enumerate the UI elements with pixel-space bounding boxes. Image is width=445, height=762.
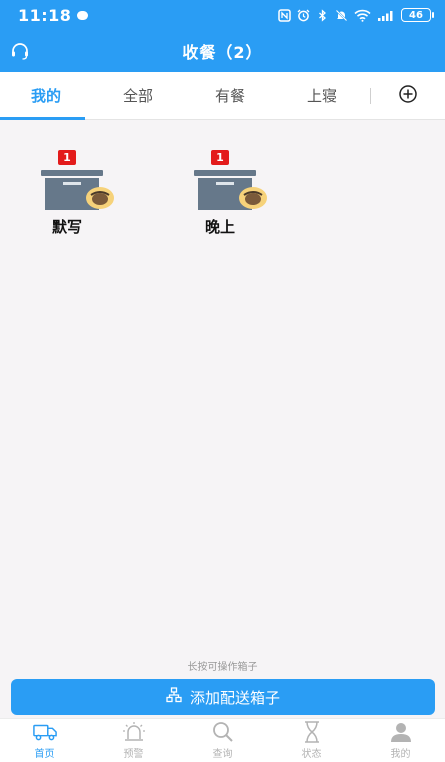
battery-indicator: 46: [401, 8, 434, 22]
add-tab-button[interactable]: [371, 72, 445, 120]
nav-label: 状态: [301, 749, 322, 760]
avatar-icon: [85, 186, 115, 210]
nav-alerts[interactable]: 预警: [89, 719, 178, 762]
box-item[interactable]: 1 默写: [17, 150, 117, 240]
avatar-icon: [238, 186, 268, 210]
tab-label: 上寝: [306, 87, 337, 105]
status-left: 11:18: [18, 5, 89, 25]
bluetooth-icon: [316, 8, 329, 22]
signal-icon: [377, 9, 395, 22]
tab-all[interactable]: 全部: [92, 72, 184, 120]
nav-search[interactable]: 查询: [178, 719, 267, 762]
hourglass-icon: [300, 721, 324, 743]
nav-label: 查询: [212, 749, 233, 760]
box-grid: 1 默写 1 晚上: [0, 150, 445, 250]
box-item[interactable]: 1 晚上: [170, 150, 270, 240]
nav-label: 首页: [34, 749, 55, 760]
status-time: 11:18: [18, 5, 72, 25]
headset-icon[interactable]: [10, 42, 30, 60]
search-icon: [211, 721, 235, 743]
tab-label: 全部: [122, 87, 153, 105]
box-label: 晚上: [204, 218, 235, 236]
add-delivery-box-button[interactable]: 添加配送箱子: [11, 679, 435, 715]
count-badge: 1: [58, 150, 76, 165]
alarm-clock-icon: [297, 9, 310, 22]
tab-bar: 我的 全部 有餐 上寝: [0, 72, 445, 120]
truck-icon: [32, 721, 57, 743]
app-header: 收餐（2）: [0, 30, 445, 72]
user-icon: [389, 721, 413, 743]
nav-status[interactable]: 状态: [267, 719, 356, 762]
tab-dorm[interactable]: 上寝: [276, 72, 368, 120]
add-button-label: 添加配送箱子: [189, 688, 280, 707]
box-label: 默写: [51, 218, 82, 236]
status-right: 46: [278, 8, 434, 22]
mute-bell-icon: [335, 9, 348, 22]
nav-label: 预警: [123, 749, 144, 760]
tab-mine[interactable]: 我的: [0, 72, 92, 120]
alarm-icon: [122, 721, 146, 743]
count-badge: 1: [211, 150, 229, 165]
nav-home[interactable]: 首页: [0, 719, 89, 762]
nav-label: 我的: [390, 749, 411, 760]
status-bar: 11:18 46: [0, 0, 445, 30]
page-title: 收餐（2）: [182, 43, 263, 62]
wifi-icon: [354, 9, 371, 22]
tab-label: 我的: [30, 87, 61, 105]
nav-profile[interactable]: 我的: [356, 719, 445, 762]
long-press-hint: 长按可操作箱子: [187, 662, 258, 673]
tab-label: 有餐: [214, 87, 245, 105]
nfc-icon: [278, 8, 291, 22]
chat-notification-icon: [77, 10, 89, 20]
tab-has-meal[interactable]: 有餐: [184, 72, 276, 120]
hierarchy-icon: [166, 687, 182, 707]
plus-circle-icon: [398, 84, 418, 108]
bottom-nav: 首页 预警 查询 状态 我的: [0, 718, 445, 762]
